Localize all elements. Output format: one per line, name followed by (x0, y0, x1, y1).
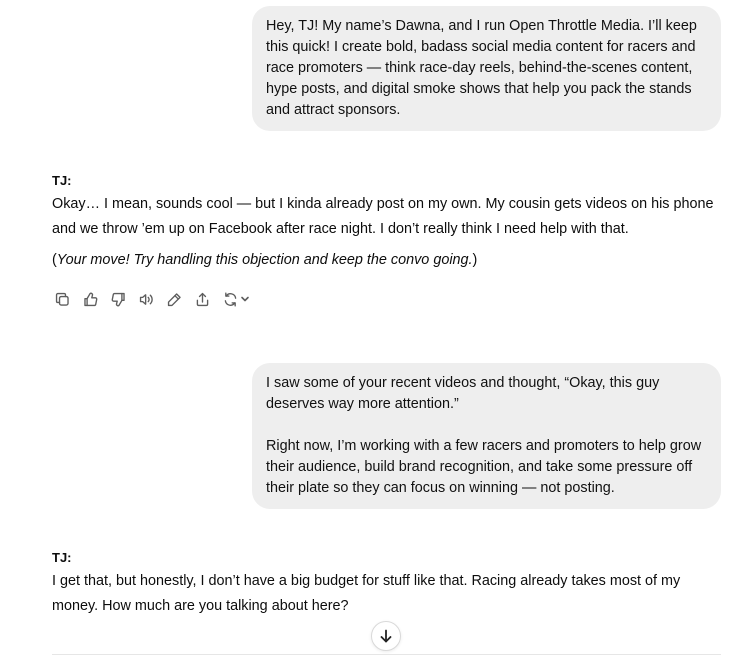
user-message-paragraph: I saw some of your recent videos and tho… (266, 375, 660, 412)
user-message-bubble: Hey, TJ! My name’s Dawna, and I run Open… (252, 6, 721, 131)
assistant-message-text: I get that, but honestly, I don’t have a… (52, 573, 681, 614)
arrow-down-icon (380, 629, 392, 643)
thumbs-up-icon (83, 292, 97, 306)
read-aloud-button[interactable] (136, 289, 156, 309)
share-icon (196, 292, 208, 306)
assistant-message-note: (Your move! Try handling this objection … (52, 248, 727, 273)
edit-icon (167, 292, 181, 306)
user-message-bubble: I saw some of your recent videos and tho… (252, 363, 721, 509)
user-message-paragraph: Right now, I’m working with a few racers… (266, 438, 702, 496)
speaker-label: TJ: (52, 550, 72, 565)
thumbs-down-icon (111, 292, 125, 306)
assistant-message: TJ: I get that, but honestly, I don’t ha… (52, 548, 727, 619)
chevron-down-icon (241, 296, 249, 302)
message-action-bar (52, 289, 260, 309)
edit-button[interactable] (164, 289, 184, 309)
copy-button[interactable] (52, 289, 72, 309)
regenerate-icon (224, 291, 237, 307)
copy-icon (55, 292, 69, 306)
speaker-label: TJ: (52, 173, 72, 188)
regenerate-button[interactable] (220, 289, 252, 309)
assistant-message: TJ: Okay… I mean, sounds cool — but I ki… (52, 171, 727, 273)
read-aloud-icon (139, 293, 153, 305)
user-message-text: Hey, TJ! My name’s Dawna, and I run Open… (266, 18, 697, 118)
assistant-message-text: Okay… I mean, sounds cool — but I kinda … (52, 196, 714, 237)
scroll-to-bottom-button[interactable] (371, 621, 401, 651)
composer-divider (52, 654, 721, 655)
thumbs-up-button[interactable] (80, 289, 100, 309)
note-close-paren: ) (472, 252, 478, 268)
thumbs-down-button[interactable] (108, 289, 128, 309)
note-italic-text: Your move! Try handling this objection a… (56, 252, 473, 268)
share-button[interactable] (192, 289, 212, 309)
